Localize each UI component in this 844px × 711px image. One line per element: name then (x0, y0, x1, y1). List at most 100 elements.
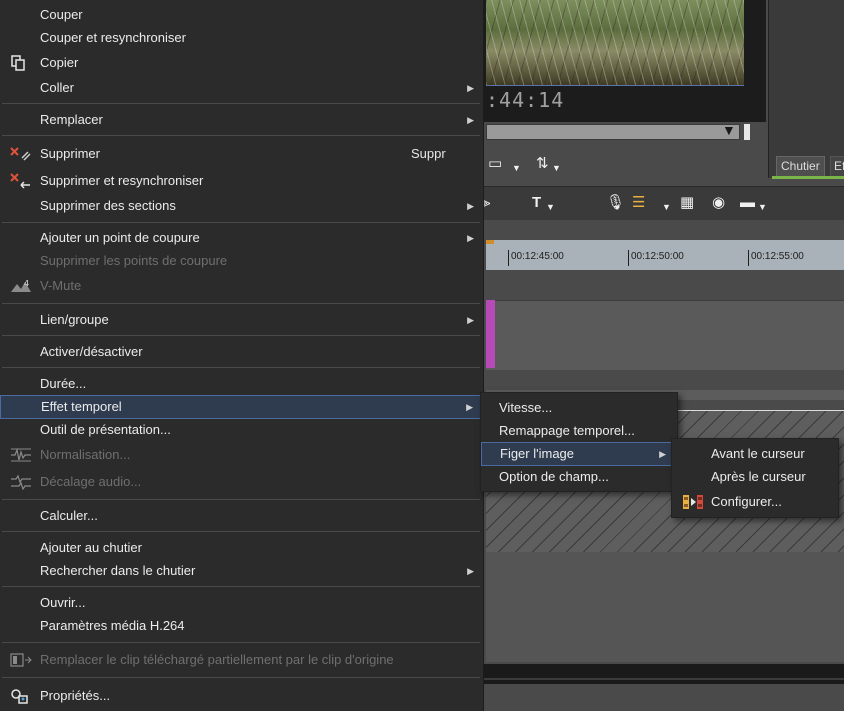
copy-icon (10, 55, 32, 71)
menu-item-label: Configurer... (711, 494, 782, 509)
menu-item-label: V-Mute (40, 278, 82, 293)
menu-item-label: Après le curseur (711, 469, 806, 484)
chevron-down-icon[interactable]: ▼ (758, 199, 767, 215)
menu-item-remplacer-clip: Remplacer le clip téléchargé partielleme… (0, 649, 484, 673)
menu-item-label: Ajouter un point de coupure (40, 230, 200, 245)
menu-item-calculer[interactable]: Calculer... (0, 505, 484, 529)
microphone-icon[interactable]: 🎙 (606, 195, 625, 211)
grid-icon[interactable]: ▦ (680, 195, 694, 211)
menu-item-ajouter-chutier[interactable]: Ajouter au chutier (0, 537, 484, 561)
menu-item-parametres-h264[interactable]: Paramètres média H.264 (0, 615, 484, 639)
timeline-scrollbar[interactable] (480, 664, 844, 684)
freeze-frame-submenu: Avant le curseur Après le curseur Config… (671, 438, 839, 518)
menu-item-normalisation: Normalisation... (0, 444, 484, 468)
menu-item-couper[interactable]: Couper (0, 4, 484, 28)
menu-item-copier[interactable]: Copier (0, 52, 484, 76)
menu-item-effet-temporel[interactable]: Effet temporel ▶ (0, 395, 484, 419)
audio-offset-icon (10, 474, 32, 491)
submenu-arrow-icon: ▶ (466, 402, 473, 412)
menu-item-shortcut: Suppr (411, 146, 446, 161)
menu-separator (2, 499, 480, 500)
menu-item-label: Vitesse... (499, 400, 553, 415)
video-clip[interactable] (486, 300, 495, 368)
menu-item-label: Figer l'image (500, 446, 575, 461)
menu-separator (2, 677, 480, 678)
delete-ripple-icon (10, 173, 32, 189)
chevron-down-icon[interactable]: ▼ (512, 160, 521, 176)
menu-item-label: Lien/groupe (40, 312, 109, 327)
panel-accent-line (772, 176, 844, 179)
menu-item-vitesse[interactable]: Vitesse... (481, 397, 677, 421)
context-menu: Couper Couper et resynchroniser Copier C… (0, 0, 484, 711)
video-track[interactable] (486, 300, 844, 370)
tab-effects[interactable]: Ef (830, 156, 844, 176)
ruler-label: 00:12:50:00 (631, 251, 684, 262)
menu-item-label: Option de champ... (499, 469, 609, 484)
menu-item-activer-desactiver[interactable]: Activer/désactiver (0, 341, 484, 365)
split-icon[interactable]: ⇅ (536, 156, 549, 172)
submenu-arrow-icon: ▶ (467, 201, 474, 211)
submenu-arrow-icon: ▶ (467, 115, 474, 125)
chevron-down-icon[interactable]: ▼ (546, 199, 555, 215)
replace-clip-icon (10, 652, 32, 668)
svg-text:4: 4 (24, 279, 29, 288)
menu-separator (2, 103, 480, 104)
track-icon[interactable]: ☰ (632, 195, 645, 211)
menu-item-apres-curseur[interactable]: Après le curseur (672, 466, 838, 490)
menu-item-option-champ[interactable]: Option de champ... (481, 466, 677, 490)
menu-item-label: Outil de présentation... (40, 422, 171, 437)
submenu-arrow-icon: ▶ (467, 566, 474, 576)
menu-item-label: Supprimer et resynchroniser (40, 173, 204, 188)
menu-item-avant-curseur[interactable]: Avant le curseur (672, 443, 838, 467)
preview-image (486, 0, 744, 86)
menu-item-label: Paramètres média H.264 (40, 618, 185, 633)
menu-item-configurer[interactable]: Configurer... (672, 491, 838, 515)
normalize-icon (10, 447, 32, 463)
menu-item-label: Couper (40, 7, 83, 22)
menu-separator (2, 222, 480, 223)
menu-item-figer-image[interactable]: Figer l'image ▶ (481, 442, 677, 466)
menu-item-label: Avant le curseur (711, 446, 805, 461)
menu-item-supprimer-resync[interactable]: Supprimer et resynchroniser (0, 170, 484, 194)
menu-item-coller[interactable]: Coller ▶ (0, 77, 484, 101)
delete-icon (10, 146, 32, 162)
menu-item-supprimer-sections[interactable]: Supprimer des sections ▶ (0, 195, 484, 219)
menu-item-label: Propriétés... (40, 688, 111, 703)
menu-separator (2, 531, 480, 532)
timeline-ruler[interactable]: 00:12:45:00 00:12:50:00 00:12:55:00 (486, 240, 844, 270)
side-panel (768, 0, 844, 178)
menu-item-lien-groupe[interactable]: Lien/groupe ▶ (0, 309, 484, 333)
menu-item-outil-presentation[interactable]: Outil de présentation... (0, 419, 484, 443)
menu-item-proprietes[interactable]: Propriétés... (0, 685, 484, 709)
chevron-down-icon[interactable]: ▼ (552, 160, 561, 176)
menu-item-couper-resync[interactable]: Couper et resynchroniser (0, 27, 484, 51)
menu-item-label: Ajouter au chutier (40, 540, 142, 555)
menu-separator (2, 367, 480, 368)
color-wheel-icon[interactable]: ◉ (712, 195, 725, 211)
preview-scrubber[interactable] (486, 124, 740, 140)
menu-item-label: Ouvrir... (40, 595, 86, 610)
menu-item-remappage[interactable]: Remappage temporel... (481, 420, 677, 444)
title-text-icon[interactable]: T (532, 195, 541, 211)
tab-chutier[interactable]: Chutier (776, 156, 825, 176)
menu-item-label: Activer/désactiver (40, 344, 143, 359)
window-icon[interactable]: ▬ (740, 195, 755, 211)
submenu-arrow-icon: ▶ (467, 83, 474, 93)
chevron-down-icon[interactable]: ▼ (662, 199, 671, 215)
ruler-label: 00:12:45:00 (511, 251, 564, 262)
menu-item-label: Durée... (40, 376, 87, 391)
audio-track[interactable] (486, 552, 844, 662)
menu-item-label: Calculer... (40, 508, 98, 523)
ruler-tick (508, 250, 509, 266)
menu-item-duree[interactable]: Durée... (0, 373, 484, 397)
preview-timecode: :44:14 (486, 88, 565, 112)
menu-item-supprimer[interactable]: Supprimer Suppr (0, 143, 484, 167)
menu-item-ajouter-point-coupure[interactable]: Ajouter un point de coupure ▶ (0, 227, 484, 251)
menu-item-label: Remplacer le clip téléchargé partielleme… (40, 652, 394, 667)
menu-item-rechercher-chutier[interactable]: Rechercher dans le chutier ▶ (0, 560, 484, 584)
display-icon[interactable]: ▭ (488, 156, 502, 172)
menu-item-label: Couper et resynchroniser (40, 30, 186, 45)
scrubber-handle-icon[interactable]: ▼ (722, 122, 736, 138)
menu-item-remplacer[interactable]: Remplacer ▶ (0, 109, 484, 133)
menu-item-ouvrir[interactable]: Ouvrir... (0, 592, 484, 616)
